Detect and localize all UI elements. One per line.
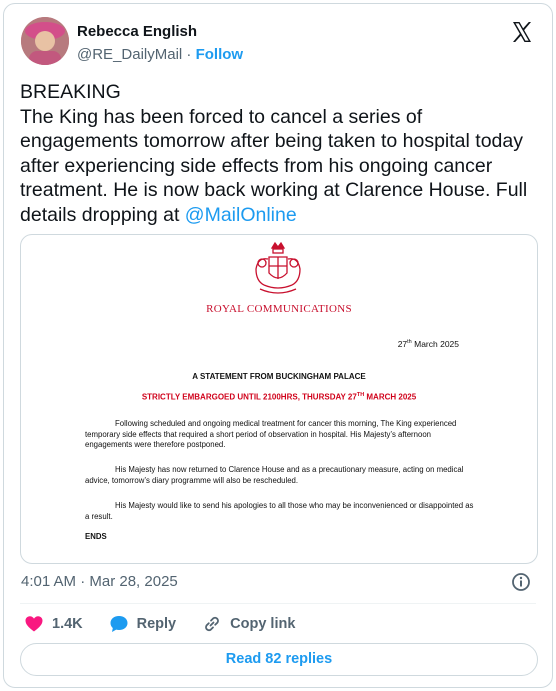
- read-replies-button[interactable]: Read 82 replies: [20, 643, 538, 676]
- author-handle-row: @RE_DailyMail · Follow: [77, 46, 243, 63]
- like-count: 1.4K: [52, 616, 83, 632]
- tweet-text: BREAKING The King has been forced to can…: [20, 80, 540, 227]
- copy-link-label: Copy link: [230, 616, 296, 632]
- date-rest: March 2025: [411, 339, 459, 349]
- date-day: 27: [397, 339, 408, 349]
- follow-button[interactable]: Follow: [196, 46, 244, 63]
- reply-bubble-icon: [110, 616, 128, 632]
- like-button[interactable]: 1.4K: [24, 614, 83, 634]
- royal-communications-header: ROYAL COMMUNICATIONS: [206, 303, 352, 315]
- statement-title: A STATEMENT FROM BUCKINGHAM PALACE: [192, 372, 366, 381]
- embargo-line: STRICTLY EMBARGOED UNTIL 2100HRS, THURSD…: [21, 392, 537, 402]
- heart-icon: [25, 616, 43, 632]
- copy-link-button[interactable]: Copy link: [202, 614, 295, 634]
- divider: [20, 603, 536, 604]
- reply-label: Reply: [136, 616, 177, 632]
- attached-statement-image[interactable]: ROYAL COMMUNICATIONS 27th March 2025 A S…: [20, 234, 538, 564]
- author-handle[interactable]: @RE_DailyMail: [77, 46, 182, 63]
- embargo-rest: MARCH 2025: [364, 392, 417, 402]
- statement-paragraph-2: His Majesty has now returned to Clarence…: [85, 465, 464, 485]
- x-logo-icon[interactable]: [510, 20, 534, 44]
- mention-link[interactable]: @MailOnline: [185, 204, 297, 226]
- link-icon: [205, 616, 219, 632]
- royal-crest-icon: [248, 239, 308, 301]
- handle-separator: ·: [182, 46, 196, 63]
- statement-ends: ENDS: [85, 532, 107, 541]
- action-bar: 1.4K Reply Copy link: [24, 610, 321, 638]
- author-name[interactable]: Rebecca English: [77, 23, 197, 40]
- tweet-card: Rebecca English @RE_DailyMail · Follow B…: [3, 3, 553, 688]
- statement-paragraph-1: Following scheduled and ongoing medical …: [85, 419, 457, 449]
- avatar[interactable]: [21, 17, 69, 65]
- embargo-prefix: STRICTLY EMBARGOED UNTIL 2100HRS, THURSD…: [141, 392, 357, 402]
- tweet-timestamp[interactable]: 4:01 AM · Mar 28, 2025: [21, 573, 178, 590]
- reply-button[interactable]: Reply: [109, 614, 177, 634]
- info-icon[interactable]: [510, 571, 532, 593]
- statement-paragraph-3: His Majesty would like to send his apolo…: [85, 501, 474, 521]
- statement-date: 27th March 2025: [398, 339, 459, 349]
